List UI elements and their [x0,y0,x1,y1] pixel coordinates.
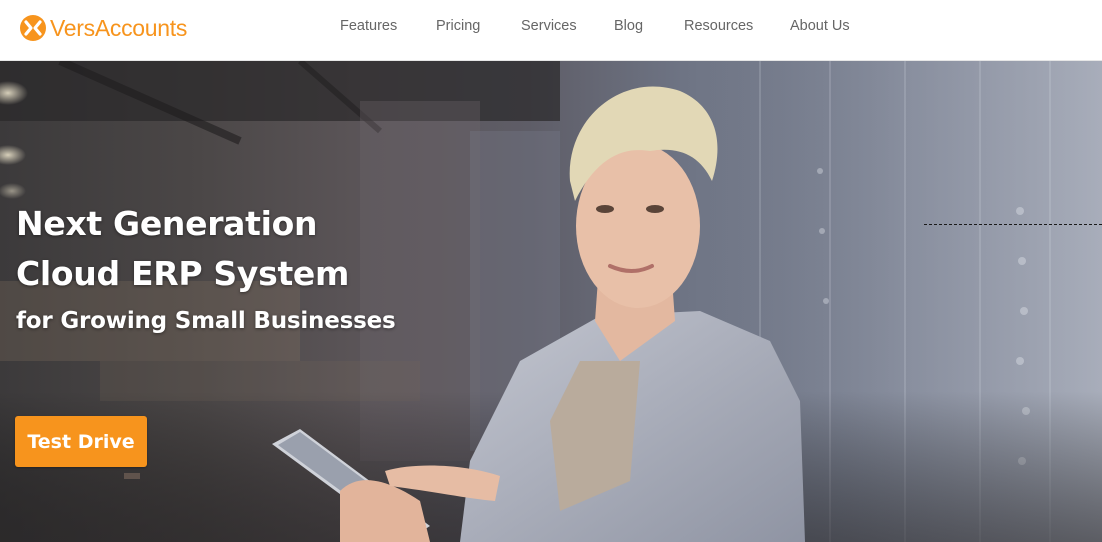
test-drive-button[interactable]: Test Drive [15,416,147,467]
nav-item-resources[interactable]: Resources [684,18,753,34]
decorative-mark [124,473,140,479]
hero-title-line-2: Cloud ERP System [16,254,350,293]
logo-text: VersAccounts [50,14,188,41]
nav-item-about-us[interactable]: About Us [790,18,850,34]
nav-item-blog[interactable]: Blog [614,18,643,34]
hero-photo [0,61,1102,542]
nav-item-features[interactable]: Features [340,18,397,34]
logo[interactable]: VersAccounts [19,13,187,43]
hero-subtitle: for Growing Small Businesses [16,308,396,334]
nav-item-pricing[interactable]: Pricing [436,18,480,34]
logo-mark-icon [20,15,46,41]
nav-item-services[interactable]: Services [521,18,577,34]
hero-title: Next Generation Cloud ERP System [16,199,349,299]
decorative-dashed-line [924,224,1102,225]
hero-banner: Next Generation Cloud ERP System for Gro… [0,61,1102,542]
hero-title-line-1: Next Generation [16,204,318,243]
site-header: VersAccounts Features Pricing Services B… [0,0,1102,61]
